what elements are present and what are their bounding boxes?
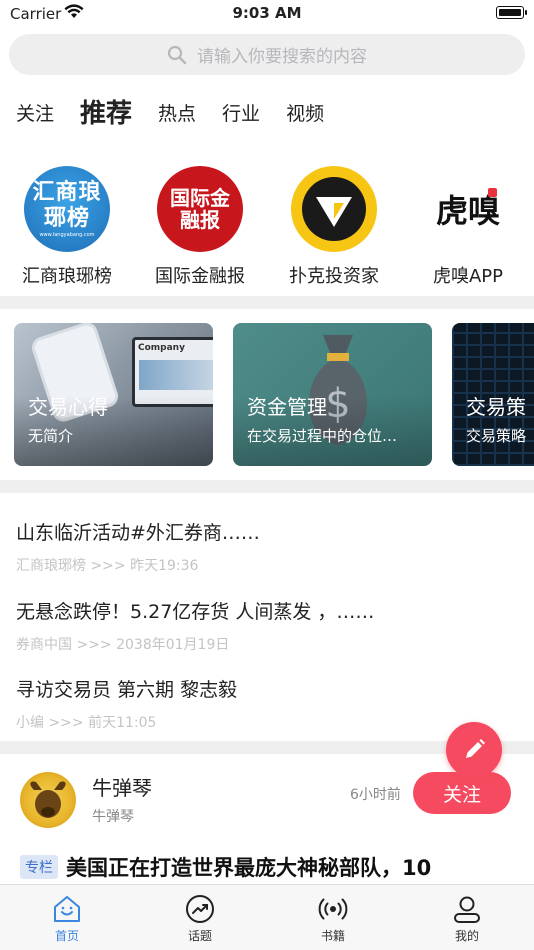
- pencil-icon: [466, 739, 485, 758]
- card-desc: 在交易过程中的仓位…: [247, 427, 398, 445]
- news-source: 小编: [16, 715, 44, 731]
- huishang-logo-text: 汇商琅琊榜: [32, 180, 102, 231]
- puke-logo: [291, 166, 377, 252]
- news-sep: >>>: [90, 558, 126, 574]
- post-headline-text: 美国正在打造世界最庞大神秘部队，10: [66, 856, 432, 880]
- topic-card-trading-strategy[interactable]: 交易策 交易策略: [452, 323, 534, 466]
- news-title: 无悬念跌停！5.27亿存货 人间蒸发 ，……: [16, 601, 375, 623]
- follow-button[interactable]: 关注: [413, 772, 511, 814]
- column-tag: 专栏: [20, 855, 58, 879]
- search-icon: [167, 45, 187, 64]
- tab-industry[interactable]: 行业: [222, 96, 260, 132]
- media-item-huishang[interactable]: 汇商琅琊榜 www.langyabang.com 汇商琅琊榜: [0, 166, 137, 288]
- tab-follow[interactable]: 关注: [16, 96, 54, 132]
- guoji-logo-text: 国际金融报: [170, 186, 230, 232]
- broadcast-icon: [318, 898, 348, 920]
- clock: 9:03 AM: [232, 4, 302, 22]
- media-item-huxiu[interactable]: 虎嗅 虎嗅APP: [398, 166, 534, 288]
- puke-icon: [302, 177, 366, 241]
- tabbar-item-home[interactable]: 首页: [27, 893, 107, 944]
- news-item[interactable]: 山东临沂活动#外汇券商…… 汇商琅琊榜 >>> 昨天19:36: [16, 518, 516, 575]
- huishang-logo: 汇商琅琊榜 www.langyabang.com: [24, 166, 110, 252]
- battery-icon: [496, 6, 527, 19]
- card-desc: 无简介: [28, 427, 74, 445]
- huxiu-logo: 虎嗅: [425, 166, 511, 252]
- news-item[interactable]: 无悬念跌停！5.27亿存货 人间蒸发 ，…… 券商中国 >>> 2038年01月…: [16, 597, 516, 654]
- post-card[interactable]: 牛弹琴 牛弹琴 6小时前 关注 专栏 美国正在打造世界最庞大神秘部队，10: [0, 754, 534, 886]
- huishang-logo-sub: www.langyabang.com: [39, 232, 95, 238]
- section-divider: [0, 296, 534, 309]
- card-title: 交易心得: [28, 395, 108, 419]
- news-time: 前天11:05: [88, 715, 157, 731]
- tabbar-item-topics[interactable]: 话题: [160, 893, 240, 944]
- topic-cards: Company 交易心得 无简介 $ 资金管理 在交易过程中的仓位… 交易策 交…: [14, 323, 534, 467]
- tabbar-label: 我的: [454, 929, 479, 943]
- card-title: 交易策: [466, 395, 526, 419]
- news-meta: 小编 >>> 前天11:05: [16, 712, 516, 732]
- search-placeholder: 请输入你要搜索的内容: [197, 47, 367, 67]
- media-item-puke[interactable]: 扑克投资家: [264, 166, 404, 288]
- section-divider: [0, 480, 534, 493]
- author-name[interactable]: 牛弹琴: [92, 772, 152, 801]
- search-bar[interactable]: 请输入你要搜索的内容: [9, 34, 525, 75]
- news-title: 寻访交易员 第六期 黎志毅: [16, 679, 238, 701]
- compose-button[interactable]: [446, 722, 502, 778]
- news-time: 2038年01月19日: [116, 637, 230, 653]
- media-item-guoji[interactable]: 国际金融报 国际金融报: [130, 166, 270, 288]
- topic-card-trading-experience[interactable]: Company 交易心得 无简介: [14, 323, 213, 466]
- card-desc: 交易策略: [466, 427, 527, 445]
- media-name: 国际金融报: [155, 266, 245, 287]
- tabbar-label: 首页: [54, 929, 79, 943]
- avatar[interactable]: [20, 772, 76, 828]
- status-bar: Carrier 9:03 AM: [0, 0, 534, 28]
- topic-card-money-management[interactable]: $ 资金管理 在交易过程中的仓位…: [233, 323, 432, 466]
- news-title: 山东临沂活动#外汇券商……: [16, 522, 260, 544]
- news-time: 昨天19:36: [130, 558, 199, 574]
- news-sep: >>>: [76, 637, 112, 653]
- tabbar-item-books[interactable]: 书籍: [293, 893, 373, 944]
- bull-icon: [30, 781, 66, 818]
- media-row: 汇商琅琊榜 www.langyabang.com 汇商琅琊榜 国际金融报 国际金…: [0, 166, 534, 288]
- tab-video[interactable]: 视频: [286, 96, 324, 132]
- trend-icon: [186, 895, 214, 923]
- author-subtitle: 牛弹琴: [92, 809, 134, 825]
- laptop-image-text: Company: [138, 343, 185, 353]
- tab-hot[interactable]: 热点: [158, 96, 196, 132]
- tabbar-label: 话题: [187, 929, 212, 943]
- post-headline[interactable]: 专栏 美国正在打造世界最庞大神秘部队，10: [20, 852, 534, 882]
- guoji-logo: 国际金融报: [157, 166, 243, 252]
- card-title: 资金管理: [247, 395, 327, 419]
- news-source: 券商中国: [16, 637, 72, 653]
- bottom-tab-bar: 首页 话题 书籍 我的: [0, 884, 534, 950]
- tabbar-label: 书籍: [320, 929, 345, 943]
- user-icon: [454, 896, 480, 923]
- huxiu-dot: [488, 188, 497, 197]
- post-time: 6小时前: [350, 787, 401, 803]
- laptop-screen: [139, 360, 213, 390]
- tabbar-item-mine[interactable]: 我的: [427, 893, 507, 944]
- news-meta: 券商中国 >>> 2038年01月19日: [16, 634, 516, 654]
- news-source: 汇商琅琊榜: [16, 558, 86, 574]
- news-sep: >>>: [48, 715, 84, 731]
- category-tabs: 关注 推荐 热点 行业 视频: [16, 92, 350, 132]
- media-name: 汇商琅琊榜: [22, 266, 112, 287]
- tab-recommend[interactable]: 推荐: [80, 96, 132, 132]
- news-meta: 汇商琅琊榜 >>> 昨天19:36: [16, 555, 516, 575]
- news-item[interactable]: 寻访交易员 第六期 黎志毅 小编 >>> 前天11:05: [16, 675, 516, 732]
- home-icon: [54, 896, 80, 922]
- media-name: 虎嗅APP: [432, 266, 504, 287]
- media-name: 扑克投资家: [289, 266, 379, 287]
